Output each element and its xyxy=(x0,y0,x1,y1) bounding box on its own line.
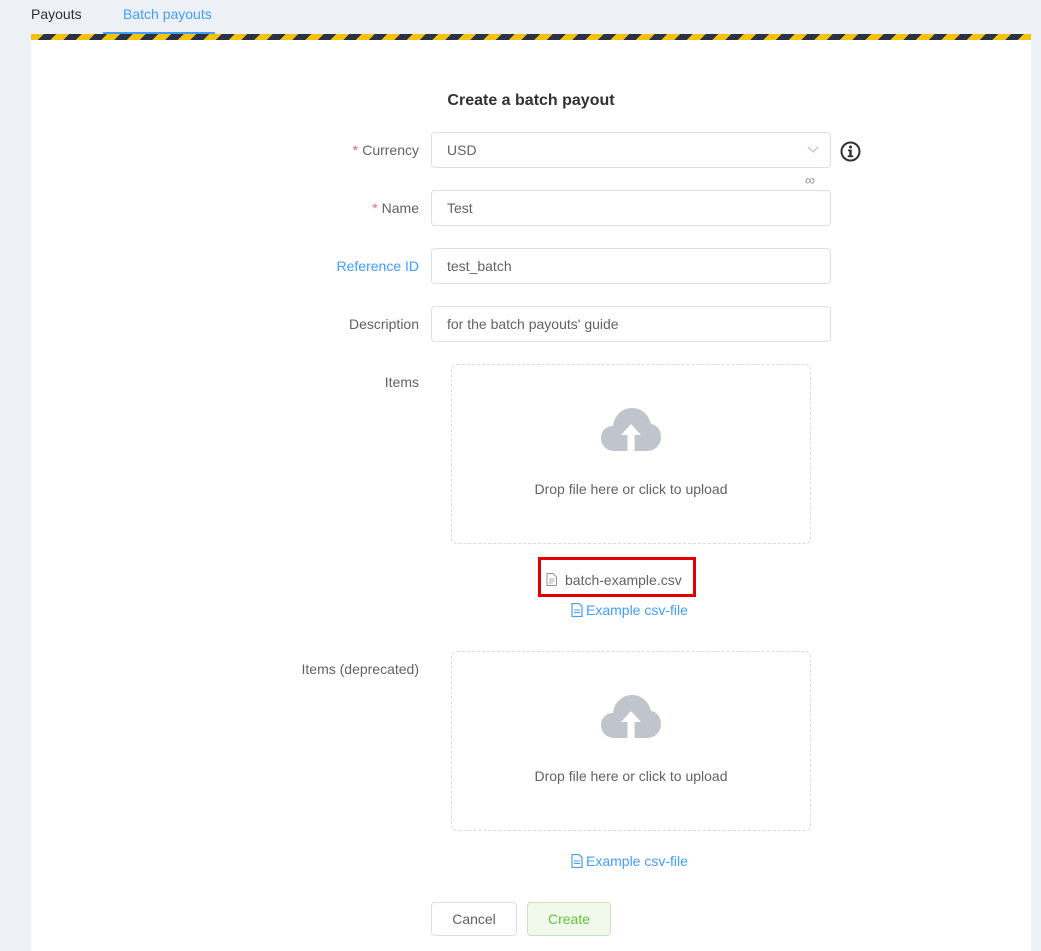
items-label: Items xyxy=(384,374,419,390)
upload-cloud-icon xyxy=(601,408,661,451)
cancel-button[interactable]: Cancel xyxy=(431,902,517,936)
chevron-down-icon xyxy=(807,146,819,153)
name-input[interactable]: Test xyxy=(431,190,831,226)
example-csv-link[interactable]: Example csv-file xyxy=(571,602,688,618)
upload-instruction: Drop file here or click to upload xyxy=(534,481,728,497)
file-csv-icon xyxy=(571,853,583,869)
description-label: Description xyxy=(348,316,419,332)
infinity-icon: ∞ xyxy=(805,172,815,188)
document-icon xyxy=(546,573,557,586)
required-marker: * xyxy=(352,142,359,158)
reference-id-input[interactable]: test_batch xyxy=(431,248,831,284)
file-csv-icon xyxy=(571,602,583,618)
name-label: * Name xyxy=(372,200,419,216)
required-marker: * xyxy=(372,200,378,216)
page-title: Create a batch payout xyxy=(447,92,615,109)
currency-select[interactable]: USD xyxy=(431,132,831,168)
uploaded-file-name: batch-example.csv xyxy=(565,572,682,588)
uploaded-file-item[interactable]: batch-example.csv xyxy=(538,557,696,597)
currency-label: * Currency xyxy=(352,142,419,158)
tab-payouts[interactable]: Payouts xyxy=(31,6,82,22)
currency-value: USD xyxy=(447,142,477,158)
upload-cloud-icon xyxy=(601,695,661,738)
reference-id-value: test_batch xyxy=(447,258,512,274)
tab-batch-payouts[interactable]: Batch payouts xyxy=(123,6,212,22)
example-csv-link-deprecated[interactable]: Example csv-file xyxy=(571,853,688,869)
items-deprecated-label: Items (deprecated) xyxy=(301,661,420,677)
create-button[interactable]: Create xyxy=(527,902,611,936)
tab-bar: Payouts Batch payouts xyxy=(0,0,1041,36)
info-icon[interactable] xyxy=(840,141,861,162)
upload-instruction: Drop file here or click to upload xyxy=(534,768,728,784)
description-input[interactable]: for the batch payouts' guide xyxy=(431,306,831,342)
items-deprecated-upload-dropzone[interactable]: Drop file here or click to upload xyxy=(451,651,811,831)
description-value: for the batch payouts' guide xyxy=(447,316,619,332)
items-upload-dropzone[interactable]: Drop file here or click to upload xyxy=(451,364,811,544)
name-value: Test xyxy=(447,200,473,216)
reference-id-label: Reference ID xyxy=(336,258,419,274)
